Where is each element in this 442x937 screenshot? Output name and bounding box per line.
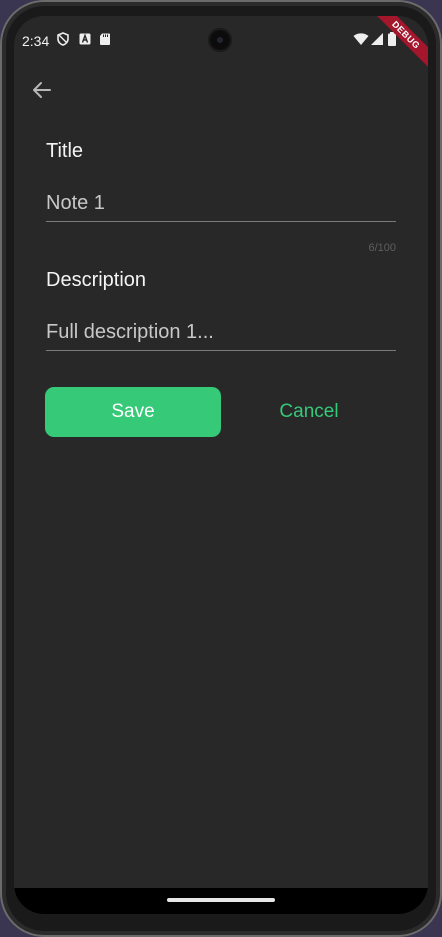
app-screen: 2:34 DEBUG Title Note 1 6/100 Descriptio…: [14, 16, 428, 914]
shield-icon: [57, 32, 69, 46]
title-input[interactable]: [46, 185, 396, 222]
description-label: Description: [46, 269, 147, 291]
status-bar: 2:34 DEBUG: [14, 16, 428, 74]
phone-frame: 2:34 DEBUG Title Note 1 6/100 Descriptio…: [0, 0, 442, 937]
navigation-bar: [14, 888, 428, 914]
wifi-icon: [353, 33, 369, 45]
description-input[interactable]: [46, 314, 396, 351]
signal-icon: [371, 33, 383, 45]
cancel-button[interactable]: Cancel: [236, 387, 382, 437]
a-icon: [79, 33, 91, 45]
title-label: Title: [46, 140, 84, 162]
title-counter: 6/100: [368, 242, 396, 254]
home-gesture-handle[interactable]: [167, 898, 275, 902]
back-arrow-icon[interactable]: [28, 76, 56, 104]
status-time: 2:34: [22, 33, 50, 49]
front-camera: [208, 28, 232, 52]
sd-card-icon: [100, 33, 110, 45]
save-button[interactable]: Save: [45, 387, 221, 437]
